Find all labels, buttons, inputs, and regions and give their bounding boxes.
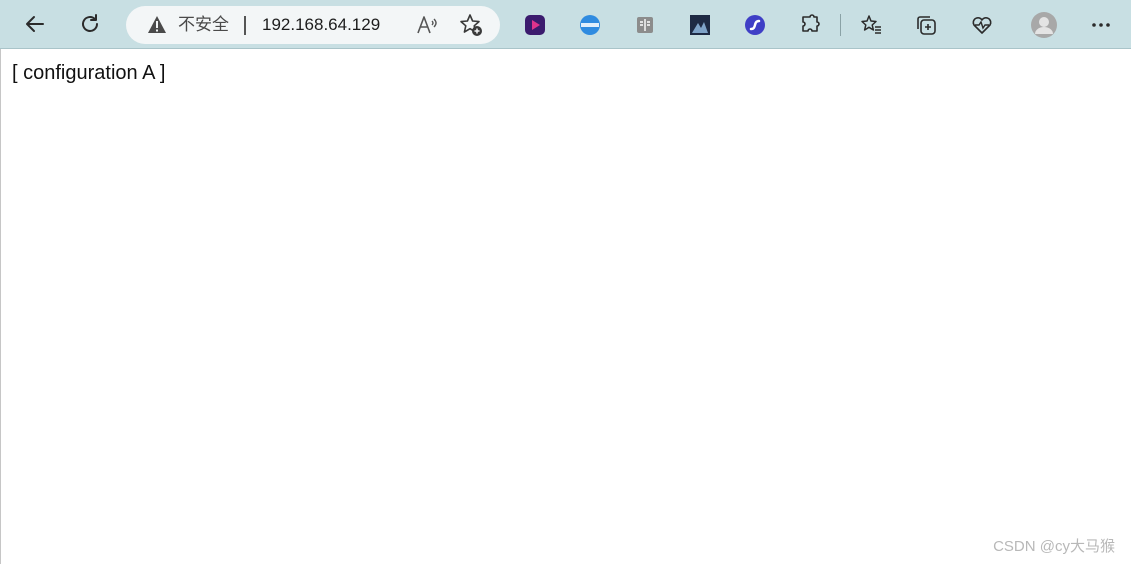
page-content-text: [ configuration A ] [12, 62, 166, 84]
photo-ext-icon[interactable] [689, 14, 711, 36]
browser-toolbar: 不安全 192.168.64.129 [0, 0, 1131, 49]
watermark-text: CSDN @cy大马猴 [993, 538, 1115, 555]
performance-icon[interactable] [971, 14, 993, 36]
magic-ext-icon[interactable] [579, 14, 601, 36]
security-label[interactable]: 不安全 [178, 14, 229, 36]
read-aloud-icon[interactable] [415, 13, 439, 37]
warning-icon[interactable] [147, 15, 167, 35]
url-text[interactable]: 192.168.64.129 [262, 14, 380, 36]
refresh-icon [82, 14, 98, 32]
profile-avatar-icon[interactable] [1030, 11, 1058, 39]
toolbar-divider [840, 14, 841, 36]
video-ext-icon[interactable] [524, 14, 546, 36]
extensions-icon[interactable] [799, 14, 821, 36]
back-arrow-icon [26, 16, 44, 32]
add-favorite-icon[interactable] [458, 12, 484, 38]
more-menu-icon[interactable] [1090, 14, 1112, 36]
collections-icon[interactable] [915, 14, 937, 36]
address-separator [244, 16, 246, 35]
back-button[interactable] [18, 7, 52, 41]
refresh-button[interactable] [73, 7, 107, 41]
reader-ext-icon[interactable] [634, 14, 656, 36]
swirl-ext-icon[interactable] [744, 14, 766, 36]
favorites-icon[interactable] [860, 14, 882, 36]
window-edge [0, 49, 1, 564]
address-bar[interactable]: 不安全 192.168.64.129 [126, 6, 500, 44]
